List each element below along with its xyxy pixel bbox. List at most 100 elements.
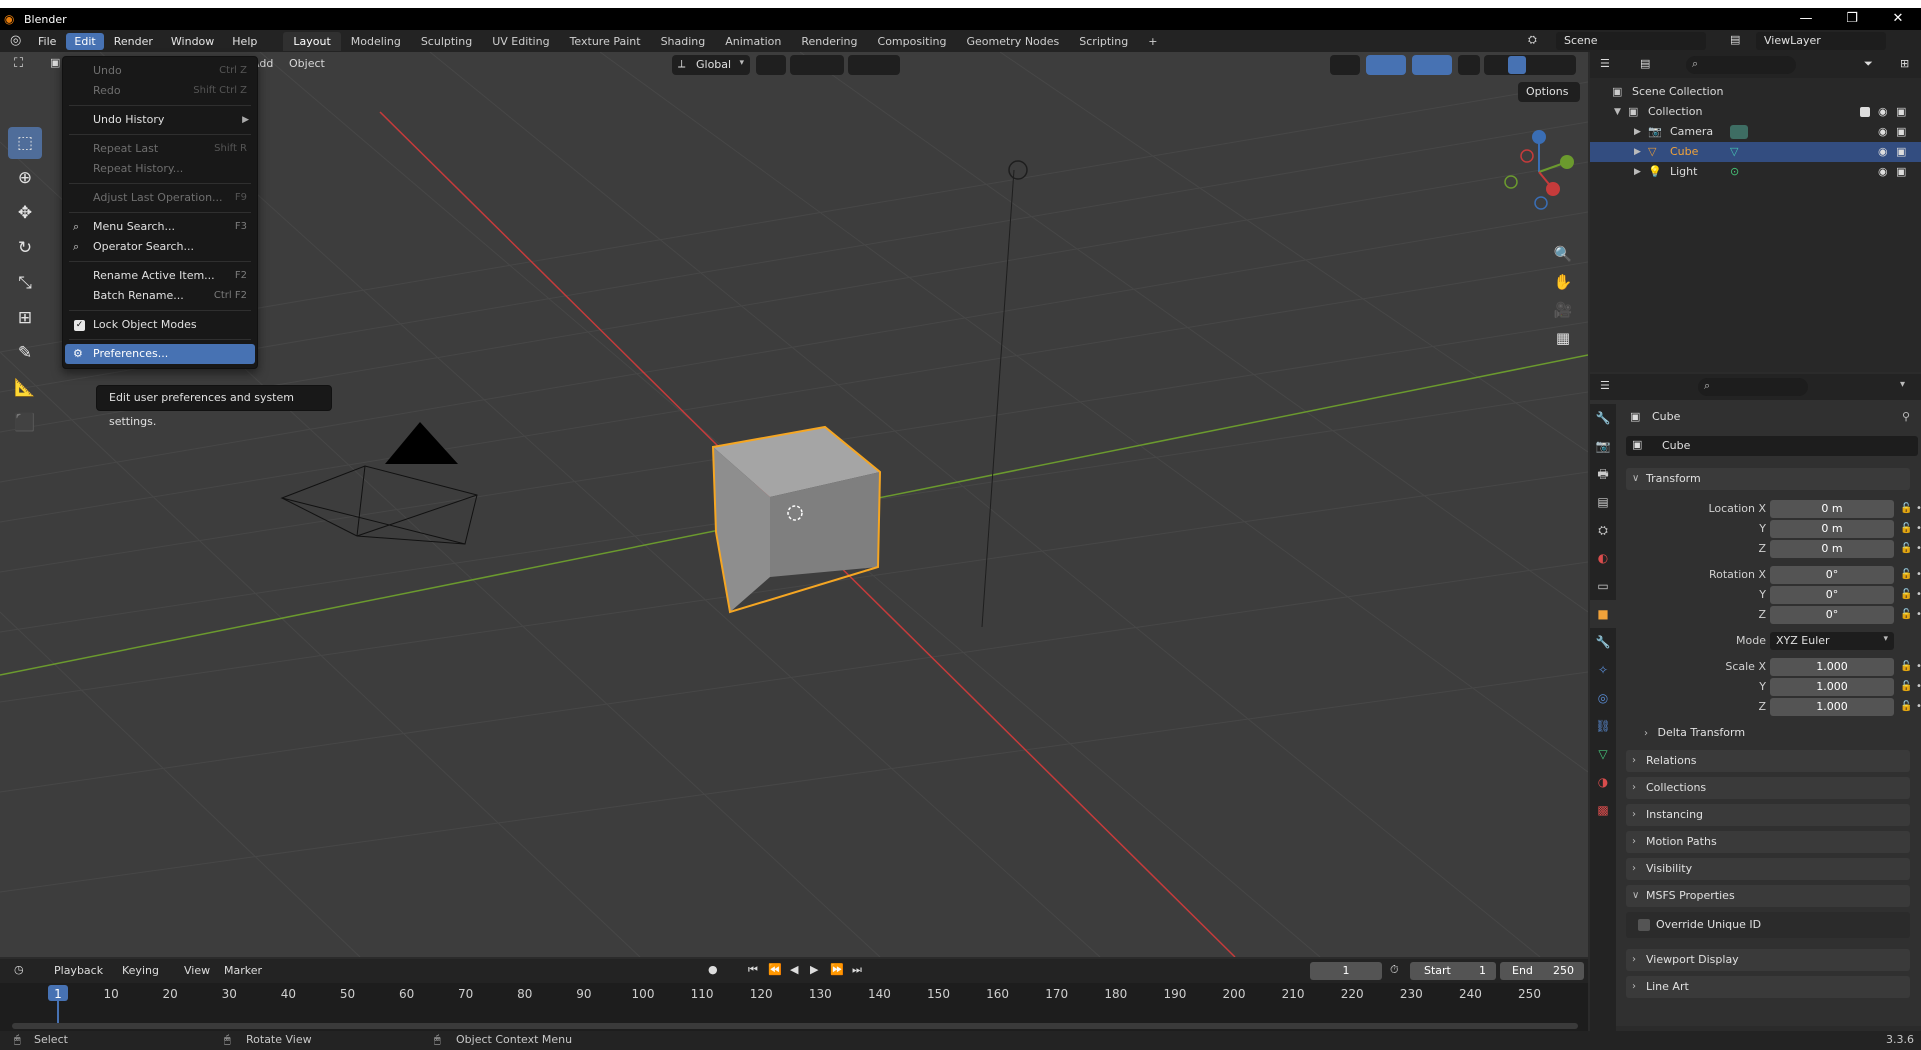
cursor-tool[interactable]: ⊕ bbox=[8, 162, 42, 194]
physics-tab-icon[interactable]: ◎ bbox=[1590, 684, 1616, 712]
options-button[interactable]: Options bbox=[1518, 82, 1580, 102]
tab-shading[interactable]: Shading bbox=[651, 32, 716, 51]
scale-y-field[interactable]: 1.000 bbox=[1770, 678, 1894, 696]
filter-icon[interactable]: ⏷ bbox=[1864, 57, 1873, 71]
delta-transform-subpanel[interactable]: › Delta Transform bbox=[1644, 726, 1745, 739]
expand-arrow-icon[interactable]: ▶ bbox=[1634, 122, 1641, 142]
adjust-last-item[interactable]: Adjust Last Operation... F9 bbox=[63, 188, 257, 208]
keyframe-dot-icon[interactable]: • bbox=[1916, 586, 1921, 604]
lock-icon[interactable]: 🔓 bbox=[1900, 500, 1912, 518]
select-box-tool[interactable]: ⬚ bbox=[8, 127, 42, 159]
shading-modes[interactable] bbox=[1484, 55, 1576, 75]
render-camera-icon[interactable]: ▣ bbox=[1896, 142, 1906, 162]
record-icon[interactable]: ● bbox=[708, 963, 718, 976]
transform-panel-header[interactable]: ∨ Transform bbox=[1626, 468, 1910, 490]
tab-scripting[interactable]: Scripting bbox=[1069, 32, 1138, 51]
keyframe-dot-icon[interactable]: • bbox=[1916, 500, 1921, 518]
collapse-arrow-icon[interactable]: ▼ bbox=[1614, 102, 1621, 122]
menu-search-item[interactable]: ⌕ Menu Search... F3 bbox=[63, 217, 257, 237]
timeline-scrollbar[interactable] bbox=[12, 1023, 1578, 1029]
keyframe-dot-icon[interactable]: • bbox=[1916, 566, 1921, 584]
blender-menu-icon[interactable]: ◎ bbox=[10, 32, 28, 50]
rename-active-item[interactable]: Rename Active Item... F2 bbox=[63, 266, 257, 286]
prev-keyframe-icon[interactable]: ⏪ bbox=[768, 963, 782, 976]
line-art-panel-header[interactable]: › Line Art bbox=[1626, 976, 1910, 998]
tab-animation[interactable]: Animation bbox=[715, 32, 791, 51]
tab-rendering[interactable]: Rendering bbox=[791, 32, 867, 51]
play-reverse-icon[interactable]: ◀ bbox=[790, 963, 798, 976]
lock-icon[interactable]: 🔓 bbox=[1900, 540, 1912, 558]
eye-icon[interactable]: ◉ bbox=[1878, 162, 1888, 182]
move-tool[interactable]: ✥ bbox=[8, 197, 42, 229]
keyframe-dot-icon[interactable]: • bbox=[1916, 658, 1921, 676]
end-frame-field[interactable]: End 250 bbox=[1500, 962, 1584, 980]
collections-panel-header[interactable]: › Collections bbox=[1626, 777, 1910, 799]
outliner-row-camera[interactable]: ▶ 📷 Camera ◉ ▣ bbox=[1590, 122, 1921, 142]
maximize-button[interactable]: ❐ bbox=[1829, 8, 1875, 30]
menu-render[interactable]: Render bbox=[106, 33, 161, 50]
pin-icon[interactable]: ⚲ bbox=[1902, 410, 1910, 423]
close-button[interactable]: ✕ bbox=[1875, 8, 1921, 30]
frame-ruler[interactable]: 1 10 20 30 40 50 60 70 80 90 100 110 120 130 140 150 160… bbox=[0, 983, 1588, 1031]
keyframe-dot-icon[interactable]: • bbox=[1916, 698, 1921, 716]
perspective-grid-icon[interactable]: ▦ bbox=[1548, 324, 1578, 352]
operator-search-item[interactable]: ⌕ Operator Search... bbox=[63, 237, 257, 257]
snap-toggle[interactable] bbox=[790, 55, 844, 75]
viewport-display-panel-header[interactable]: › Viewport Display bbox=[1626, 949, 1910, 971]
marker-menu[interactable]: Marker bbox=[224, 964, 262, 977]
outliner-row-light[interactable]: ▶ 💡 Light ⊙ ◉ ▣ bbox=[1590, 162, 1921, 182]
overlay-toggle[interactable] bbox=[1412, 55, 1452, 75]
menu-edit[interactable]: Edit bbox=[66, 32, 104, 50]
render-camera-icon[interactable]: ▣ bbox=[1896, 122, 1906, 142]
minimize-button[interactable]: — bbox=[1783, 8, 1829, 30]
tab-texture-paint[interactable]: Texture Paint bbox=[560, 32, 651, 51]
relations-panel-header[interactable]: › Relations bbox=[1626, 750, 1910, 772]
mesh-data-icon[interactable]: ▽ bbox=[1730, 142, 1738, 162]
scene-selector[interactable]: Scene bbox=[1556, 32, 1706, 50]
undo-history-item[interactable]: Undo History ▶ bbox=[63, 110, 257, 130]
new-collection-icon[interactable]: ⊞ bbox=[1900, 57, 1909, 70]
scene-tab-icon[interactable]: ⛭ bbox=[1590, 516, 1616, 544]
pivot-dropdown[interactable] bbox=[756, 55, 786, 75]
texture-tab-icon[interactable]: ▩ bbox=[1590, 796, 1616, 824]
keyframe-dot-icon[interactable]: • bbox=[1916, 540, 1921, 558]
lock-icon[interactable]: 🔓 bbox=[1900, 678, 1912, 696]
rotate-tool[interactable]: ↻ bbox=[8, 232, 42, 264]
current-frame-field[interactable]: 1 bbox=[1310, 962, 1382, 980]
add-cube-tool[interactable]: ⬛ bbox=[8, 407, 42, 439]
scene-icon[interactable]: ⛭ bbox=[1528, 33, 1537, 47]
object-menu[interactable]: Object bbox=[289, 57, 325, 70]
zoom-icon[interactable]: 🔍 bbox=[1548, 240, 1578, 268]
world-tab-icon[interactable]: ◐ bbox=[1590, 544, 1616, 572]
output-tab-icon[interactable]: 🖶 bbox=[1590, 460, 1616, 488]
view-layer-selector[interactable]: ViewLayer bbox=[1756, 32, 1886, 50]
expand-arrow-icon[interactable]: ▶ bbox=[1634, 142, 1641, 162]
eye-icon[interactable]: ◉ bbox=[1878, 102, 1888, 122]
motion-paths-panel-header[interactable]: › Motion Paths bbox=[1626, 831, 1910, 853]
properties-search-input[interactable]: ⌕ bbox=[1698, 378, 1808, 396]
lock-icon[interactable]: 🔓 bbox=[1900, 586, 1912, 604]
mode-icon[interactable]: ▣ bbox=[50, 56, 60, 69]
render-camera-icon[interactable]: ▣ bbox=[1896, 102, 1906, 122]
lock-object-modes-item[interactable]: ✓ Lock Object Modes bbox=[63, 315, 257, 335]
batch-rename-item[interactable]: Batch Rename... Ctrl F2 bbox=[63, 286, 257, 306]
solid-shading-icon[interactable] bbox=[1508, 56, 1526, 74]
outliner-row-collection[interactable]: ▼ ▣ Collection ◉ ▣ bbox=[1590, 102, 1921, 122]
lock-icon[interactable]: 🔓 bbox=[1900, 606, 1912, 624]
visibility-panel-header[interactable]: › Visibility bbox=[1626, 858, 1910, 880]
tab-sculpting[interactable]: Sculpting bbox=[411, 32, 482, 51]
checkbox-checked-icon[interactable]: ✓ bbox=[74, 320, 85, 331]
tab-uv-editing[interactable]: UV Editing bbox=[482, 32, 559, 51]
menu-file[interactable]: File bbox=[30, 33, 64, 50]
lock-icon[interactable]: 🔓 bbox=[1900, 658, 1912, 676]
keyframe-dot-icon[interactable]: • bbox=[1916, 678, 1921, 696]
view-layer-icon[interactable]: ▤ bbox=[1730, 33, 1740, 46]
override-unique-id-row[interactable]: Override Unique ID bbox=[1626, 912, 1910, 938]
instancing-panel-header[interactable]: › Instancing bbox=[1626, 804, 1910, 826]
start-frame-field[interactable]: Start 1 bbox=[1410, 962, 1496, 980]
xray-toggle[interactable] bbox=[1458, 55, 1480, 75]
outliner-row-scene-collection[interactable]: ▣ Scene Collection bbox=[1590, 82, 1921, 102]
play-icon[interactable]: ▶ bbox=[810, 963, 818, 976]
view-layer-tab-icon[interactable]: ▤ bbox=[1590, 488, 1616, 516]
outliner-search-input[interactable]: ⌕ bbox=[1686, 56, 1796, 74]
